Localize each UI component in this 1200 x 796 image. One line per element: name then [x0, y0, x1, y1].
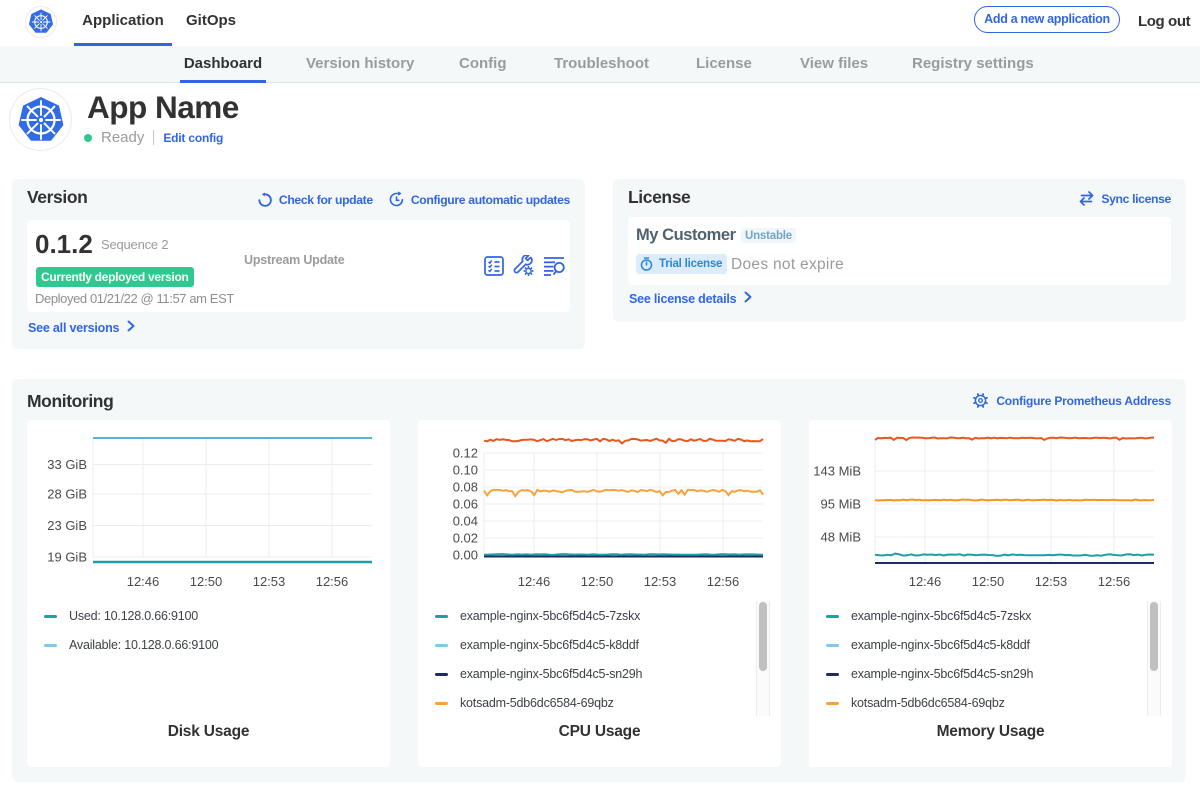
svg-text:12:46: 12:46 [909, 574, 942, 589]
svg-text:0.00: 0.00 [453, 548, 478, 563]
svg-text:23 GiB: 23 GiB [47, 518, 87, 533]
svg-text:12:53: 12:53 [644, 574, 677, 589]
svg-text:33 GiB: 33 GiB [47, 457, 87, 472]
svg-text:12:53: 12:53 [1035, 574, 1068, 589]
svg-text:143 MiB: 143 MiB [813, 464, 861, 479]
svg-text:95 MiB: 95 MiB [821, 497, 861, 512]
svg-text:12:56: 12:56 [1098, 574, 1131, 589]
svg-text:0.06: 0.06 [453, 497, 478, 512]
svg-text:12:56: 12:56 [707, 574, 740, 589]
svg-text:48 MiB: 48 MiB [821, 530, 861, 545]
svg-text:0.08: 0.08 [453, 480, 478, 495]
svg-text:28 GiB: 28 GiB [47, 487, 87, 502]
svg-text:0.10: 0.10 [453, 463, 478, 478]
svg-text:12:46: 12:46 [518, 574, 551, 589]
svg-text:12:50: 12:50 [581, 574, 614, 589]
svg-text:12:56: 12:56 [316, 574, 349, 589]
svg-text:0.04: 0.04 [453, 514, 478, 529]
svg-text:12:50: 12:50 [972, 574, 1005, 589]
svg-text:19 GiB: 19 GiB [47, 550, 87, 565]
svg-text:12:53: 12:53 [253, 574, 286, 589]
svg-text:12:46: 12:46 [127, 574, 160, 589]
svg-text:0.12: 0.12 [453, 446, 478, 461]
svg-text:0.02: 0.02 [453, 531, 478, 546]
svg-text:12:50: 12:50 [190, 574, 223, 589]
